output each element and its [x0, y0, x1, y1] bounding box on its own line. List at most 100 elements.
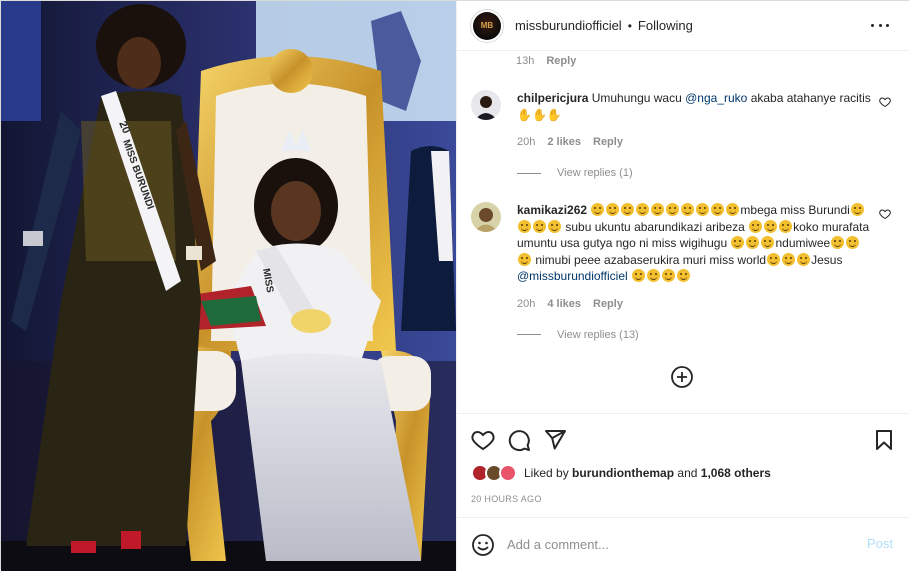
view-replies-label: View replies (13)	[557, 328, 639, 341]
grin-emoji	[767, 252, 781, 266]
grin-emoji	[681, 203, 695, 216]
grin-emoji	[636, 203, 650, 216]
comment-text-part: Jesus	[811, 252, 843, 267]
post-actions: Liked by burundionthemap and 1,068 other…	[457, 413, 909, 517]
like-heart-icon[interactable]	[471, 428, 495, 452]
grin-emoji	[831, 236, 845, 249]
liker-avatar	[499, 464, 517, 482]
comment-text-part: nimubi peee azabaserukira muri miss worl…	[535, 252, 767, 267]
post-panel: MB missburundiofficiel • Following 13h R…	[456, 1, 909, 571]
post-timestamp[interactable]: 20 HOURS AGO	[471, 494, 542, 504]
comment-item: chilpericjura Umuhungu wacu @nga_ruko ak…	[471, 90, 891, 179]
caption-time: 13h	[516, 55, 535, 67]
comment-meta: 20h 4 likes Reply	[517, 298, 891, 310]
grin-emoji	[749, 219, 763, 233]
comment-text-part: mbega miss Burundi	[740, 203, 850, 217]
grin-emoji	[591, 203, 605, 216]
comment-meta: 20h 2 likes Reply	[517, 136, 891, 148]
grin-emoji	[533, 219, 546, 233]
grin-emoji	[731, 236, 745, 249]
grin-emoji	[606, 203, 620, 216]
grin-emoji	[797, 252, 811, 266]
save-bookmark-icon[interactable]	[872, 428, 896, 452]
grin-emoji	[782, 252, 796, 266]
grin-emoji	[746, 236, 760, 249]
comment-time: 20h	[517, 136, 536, 148]
heart-icon[interactable]	[879, 96, 891, 108]
liker-avatars[interactable]	[471, 464, 519, 482]
comment-text: kamikazi262 mbega miss Burundi subu ukun…	[517, 202, 872, 285]
grin-emoji	[621, 203, 635, 216]
mention-link[interactable]: @nga_ruko	[685, 91, 747, 105]
post-photo[interactable]: 20 MISS BURUNDI MISS	[1, 1, 456, 571]
header-separator: •	[627, 18, 632, 33]
heart-icon[interactable]	[879, 208, 891, 220]
grin-emoji	[651, 203, 665, 216]
grin-emoji	[677, 269, 691, 282]
comment-icon[interactable]	[507, 428, 531, 452]
reply-button[interactable]: Reply	[593, 298, 623, 310]
comment-text: chilpericjura Umuhungu wacu @nga_ruko ak…	[517, 90, 872, 123]
pageant-photo-illustration: 20 MISS BURUNDI MISS	[1, 1, 456, 571]
account-logo-text: MB	[480, 21, 494, 30]
account-avatar[interactable]: MB	[470, 8, 504, 43]
post-modal: 20 MISS BURUNDI MISS MB missburundioffic…	[0, 0, 909, 571]
replies-divider	[517, 172, 541, 174]
comment-text-part: Umuhungu wacu	[591, 91, 682, 105]
grin-emoji	[779, 219, 793, 233]
replies-divider	[517, 334, 541, 335]
grin-emoji	[662, 269, 676, 282]
clap-emoji: ✋✋✋	[517, 107, 562, 122]
grin-emoji	[518, 252, 531, 266]
post-comment-button[interactable]: Post	[867, 536, 893, 551]
grin-emoji	[711, 203, 725, 216]
grin-emoji	[846, 236, 860, 249]
share-icon[interactable]	[543, 428, 567, 452]
comment-time: 20h	[517, 297, 536, 310]
liked-by-user[interactable]: burundionthemap	[572, 466, 674, 480]
commenter-username[interactable]: kamikazi262	[517, 203, 587, 217]
grin-emoji	[726, 203, 740, 216]
comment-text-part: akaba atahanye racitis	[750, 91, 871, 105]
comment-likes[interactable]: 4 likes	[547, 298, 581, 310]
add-comment-bar: Post	[457, 517, 909, 571]
grin-emoji	[666, 203, 680, 216]
account-username[interactable]: missburundiofficiel	[515, 18, 622, 33]
grin-emoji	[548, 219, 561, 233]
emoji-picker-icon[interactable]	[471, 533, 495, 557]
mention-link[interactable]: @missburundiofficiel	[517, 269, 628, 283]
grin-emoji	[518, 219, 531, 233]
commenter-avatar[interactable]	[471, 202, 501, 232]
load-more-comments-icon[interactable]	[670, 365, 694, 389]
account-logo: MB	[473, 11, 501, 40]
grin-emoji	[696, 203, 710, 216]
following-button[interactable]: Following	[638, 18, 693, 33]
grin-emoji	[764, 219, 778, 233]
comment-text-part: ndumiwee	[775, 236, 831, 250]
grin-emoji	[850, 203, 864, 216]
comment-input[interactable]	[507, 537, 847, 552]
comment-text-part: subu ukuntu abarundikazi aribeza	[565, 219, 745, 234]
grin-emoji	[632, 269, 646, 282]
liked-by-prefix: Liked by	[524, 466, 569, 480]
commenter-avatar[interactable]	[471, 90, 501, 120]
post-header: MB missburundiofficiel • Following	[457, 1, 909, 51]
comments-list[interactable]: 13h Reply chilpericjura Umuhungu wacu @n…	[457, 52, 909, 412]
comment-likes[interactable]: 2 likes	[547, 136, 581, 148]
view-replies-button[interactable]: View replies (13)	[517, 329, 891, 341]
commenter-username[interactable]: chilpericjura	[517, 91, 588, 105]
caption-reply-button[interactable]: Reply	[546, 55, 576, 67]
reply-button[interactable]: Reply	[593, 136, 623, 148]
liked-by-connector: and	[677, 466, 698, 480]
avatar-image	[471, 202, 501, 232]
caption-meta: 13h Reply	[516, 55, 576, 67]
view-replies-button[interactable]: View replies (1)	[517, 167, 891, 179]
view-replies-label: View replies (1)	[557, 167, 633, 179]
grin-emoji	[647, 269, 661, 282]
comment-item: kamikazi262 mbega miss Burundi subu ukun…	[471, 202, 891, 341]
liked-by-others[interactable]: 1,068 others	[701, 466, 771, 480]
avatar-image	[471, 90, 501, 120]
grin-emoji	[761, 236, 775, 249]
likes-summary: Liked by burundionthemap and 1,068 other…	[471, 464, 771, 482]
more-options-icon[interactable]	[871, 16, 889, 34]
